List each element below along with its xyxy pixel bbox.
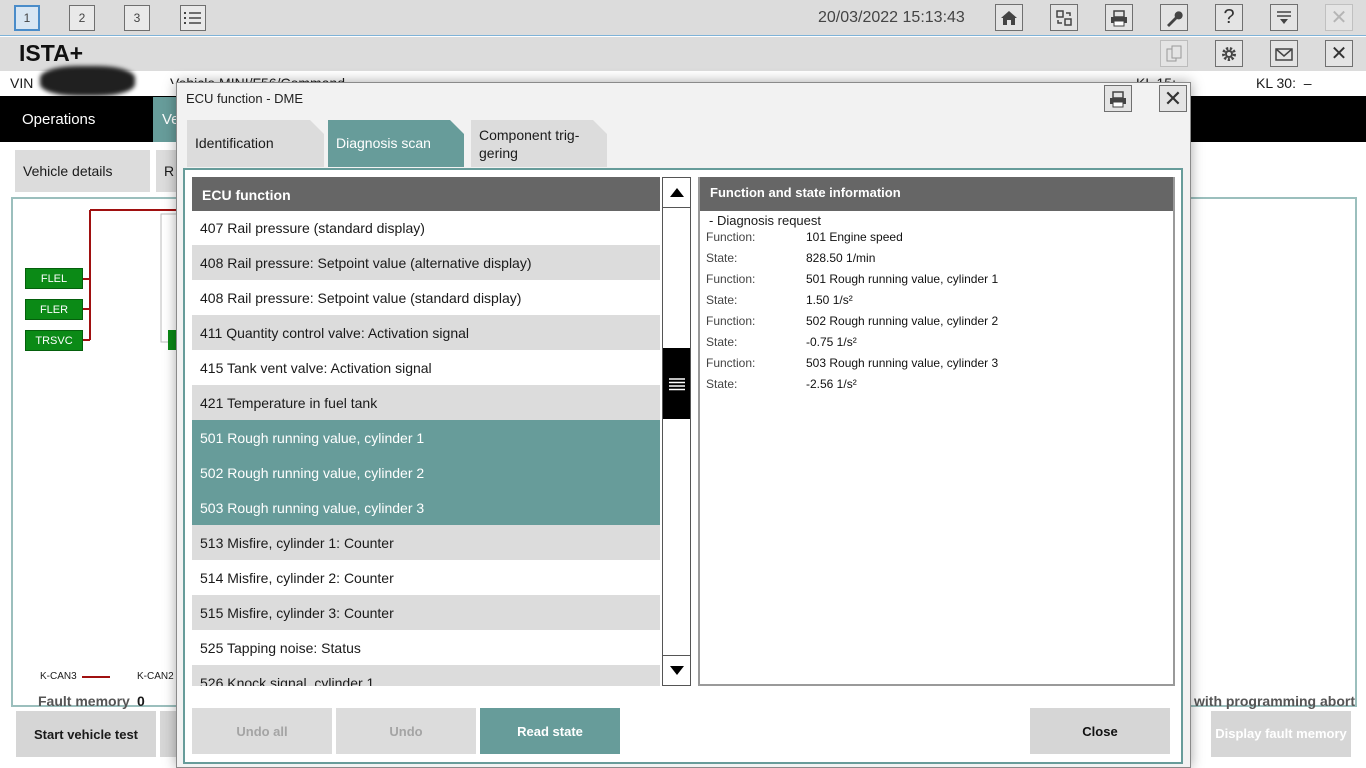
home-icon[interactable] xyxy=(995,4,1023,31)
info-value: -2.56 1/s² xyxy=(806,377,857,391)
print-icon[interactable] xyxy=(1105,4,1133,31)
list-item[interactable]: 407 Rail pressure (standard display) xyxy=(192,210,660,245)
info-value: 501 Rough running value, cylinder 1 xyxy=(806,272,999,286)
list-item[interactable]: 526 Knock signal, cylinder 1 xyxy=(192,665,660,686)
list-item[interactable]: 513 Misfire, cylinder 1: Counter xyxy=(192,525,660,560)
list-item[interactable]: 411 Quantity control valve: Activation s… xyxy=(192,315,660,350)
help-icon[interactable]: ? xyxy=(1215,4,1243,31)
list-scrollbar[interactable] xyxy=(662,177,691,686)
menu-icon[interactable] xyxy=(1270,4,1298,31)
close-app-icon[interactable]: ✕ xyxy=(1325,40,1353,67)
programming-abort-text: with programming abort xyxy=(1194,693,1355,709)
info-value: -0.75 1/s² xyxy=(806,335,857,349)
scrollbar-thumb[interactable] xyxy=(663,348,690,419)
gear-icon[interactable] xyxy=(1215,40,1243,67)
documents-icon[interactable] xyxy=(1160,40,1188,67)
list-item[interactable]: 515 Misfire, cylinder 3: Counter xyxy=(192,595,660,630)
dialog-print-icon[interactable] xyxy=(1104,85,1132,112)
datetime-display: 20/03/2022 15:13:43 xyxy=(818,9,965,26)
dialog-close-icon[interactable]: ✕ xyxy=(1159,85,1187,112)
list-item-selected[interactable]: 501 Rough running value, cylinder 1 xyxy=(192,420,660,455)
tab-diagnosis-scan[interactable]: Diagnosis scan xyxy=(328,120,464,167)
info-value: 1.50 1/s² xyxy=(806,293,853,307)
mail-icon[interactable] xyxy=(1270,40,1298,67)
fault-memory-count: 0 xyxy=(137,693,145,709)
legend-kcan3-line xyxy=(82,676,110,678)
diagnosis-request-label: - Diagnosis request xyxy=(709,213,821,228)
list-item[interactable]: 525 Tapping noise: Status xyxy=(192,630,660,665)
info-label: Function: xyxy=(706,230,756,244)
info-label: State: xyxy=(706,335,738,349)
info-label: Function: xyxy=(706,356,756,370)
info-value: 101 Engine speed xyxy=(806,230,903,244)
info-label: Function: xyxy=(706,272,756,286)
fault-memory-label: Fault memory xyxy=(38,693,130,709)
tab-identification[interactable]: Identification xyxy=(187,120,324,167)
legend-kcan3: K-CAN3 xyxy=(40,671,77,682)
scroll-down-icon[interactable] xyxy=(662,655,691,685)
function-state-header: Function and state information xyxy=(700,177,1173,211)
list-item[interactable]: 408 Rail pressure: Setpoint value (stand… xyxy=(192,280,660,315)
tab-component-triggering[interactable]: Component trig-gering xyxy=(471,120,607,167)
info-value: 503 Rough running value, cylinder 3 xyxy=(806,356,999,370)
list-item-selected[interactable]: 502 Rough running value, cylinder 2 xyxy=(192,455,660,490)
list-item[interactable]: 415 Tank vent valve: Activation signal xyxy=(192,350,660,385)
info-label: State: xyxy=(706,251,738,265)
legend-kcan2: K-CAN2 xyxy=(137,671,174,682)
list-item[interactable]: 514 Misfire, cylinder 2: Counter xyxy=(192,560,660,595)
ecu-function-list[interactable]: 407 Rail pressure (standard display) 408… xyxy=(192,210,660,686)
ecu-box-trsvc[interactable]: TRSVC xyxy=(25,330,83,351)
start-vehicle-test-button[interactable]: Start vehicle test xyxy=(16,711,156,757)
undo-button[interactable]: Undo xyxy=(336,708,476,754)
info-label: State: xyxy=(706,293,738,307)
list-item[interactable]: 421 Temperature in fuel tank xyxy=(192,385,660,420)
read-state-button[interactable]: Read state xyxy=(480,708,620,754)
ecu-function-list-header: ECU function xyxy=(192,177,660,211)
info-value: 502 Rough running value, cylinder 2 xyxy=(806,314,999,328)
close-button[interactable]: Close xyxy=(1030,708,1170,754)
wrench-icon[interactable] xyxy=(1160,4,1188,31)
list-item-selected[interactable]: 503 Rough running value, cylinder 3 xyxy=(192,490,660,525)
info-value: 828.50 1/min xyxy=(806,251,876,265)
list-item[interactable]: 408 Rail pressure: Setpoint value (alter… xyxy=(192,245,660,280)
ecu-box-flel[interactable]: FLEL xyxy=(25,268,83,289)
info-label: State: xyxy=(706,377,738,391)
dialog-title: ECU function - DME xyxy=(186,91,304,106)
undo-all-button[interactable]: Undo all xyxy=(192,708,332,754)
kl30-status: KL 30: – xyxy=(1256,75,1312,91)
info-label: Function: xyxy=(706,314,756,328)
swap-icon[interactable] xyxy=(1050,4,1078,31)
scroll-up-icon[interactable] xyxy=(662,178,691,208)
display-fault-memory-button[interactable]: Display fault memory xyxy=(1211,711,1351,757)
ecu-box-fler[interactable]: FLER xyxy=(25,299,83,320)
close-icon[interactable]: ✕ xyxy=(1325,4,1353,31)
function-state-panel xyxy=(698,177,1175,686)
